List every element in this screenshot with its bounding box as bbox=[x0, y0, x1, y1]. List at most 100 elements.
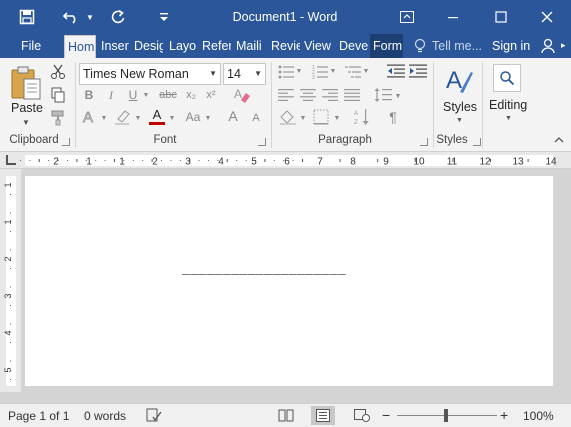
editing-button[interactable]: Editing bbox=[489, 98, 527, 112]
vertical-ruler[interactable]: 1 1 2 3 4 5 bbox=[0, 169, 21, 392]
collapse-ribbon-icon[interactable] bbox=[554, 136, 564, 146]
print-layout-icon[interactable] bbox=[311, 406, 335, 425]
text-effects-icon[interactable]: A bbox=[82, 108, 98, 129]
line-spacing-dropdown-icon[interactable]: ▼ bbox=[394, 90, 402, 104]
vertical-scroll-area[interactable] bbox=[553, 169, 571, 392]
sort-icon[interactable]: AZ bbox=[354, 108, 370, 129]
styles-icon[interactable]: A bbox=[444, 64, 474, 99]
styles-dropdown-icon[interactable]: ▼ bbox=[456, 117, 463, 124]
multilevel-dropdown-icon[interactable]: ▼ bbox=[362, 65, 370, 79]
more-tabs-icon[interactable]: ▸ bbox=[561, 40, 566, 51]
maximize-icon[interactable] bbox=[478, 0, 524, 34]
zoom-out-button[interactable]: − bbox=[382, 407, 390, 423]
tab-mailings[interactable]: Maili bbox=[233, 34, 266, 58]
decrease-indent-icon[interactable] bbox=[387, 64, 405, 81]
strikethrough-button[interactable]: abc bbox=[157, 88, 179, 102]
highlight-icon[interactable] bbox=[114, 108, 132, 129]
subscript-button[interactable]: x₂ bbox=[183, 88, 199, 102]
zoom-level[interactable]: 100% bbox=[523, 409, 554, 423]
tab-review[interactable]: Revie bbox=[268, 34, 300, 58]
page-count[interactable]: Page 1 of 1 bbox=[8, 409, 69, 423]
tab-home[interactable]: Hom bbox=[64, 35, 96, 59]
bold-button[interactable]: B bbox=[82, 88, 96, 102]
font-launcher-icon[interactable] bbox=[258, 138, 266, 146]
styles-button[interactable]: Styles bbox=[443, 100, 477, 114]
multilevel-list-icon[interactable] bbox=[345, 65, 361, 82]
underline-dropdown-icon[interactable]: ▼ bbox=[142, 89, 150, 103]
justify-icon[interactable] bbox=[344, 89, 360, 104]
tab-design[interactable]: Desig bbox=[131, 34, 163, 58]
paragraph-launcher-icon[interactable] bbox=[420, 138, 428, 146]
align-center-icon[interactable] bbox=[300, 89, 316, 104]
paste-button[interactable]: Paste bbox=[11, 101, 43, 115]
clipboard-launcher-icon[interactable] bbox=[62, 138, 70, 146]
horizontal-ruler[interactable]: 2 1 1 2 3 4 5 6 7 8 9 10 11 12 13 14 bbox=[0, 152, 571, 169]
save-icon[interactable] bbox=[14, 0, 40, 34]
italic-button[interactable]: I bbox=[104, 88, 118, 102]
find-icon[interactable] bbox=[493, 64, 521, 92]
numbering-dropdown-icon[interactable]: ▼ bbox=[329, 65, 337, 79]
copy-icon[interactable] bbox=[50, 87, 66, 106]
paste-icon[interactable] bbox=[8, 64, 44, 104]
bullets-dropdown-icon[interactable]: ▼ bbox=[295, 65, 303, 79]
ruler-number: 14 bbox=[545, 157, 557, 168]
tell-me-input[interactable]: Tell me... bbox=[432, 34, 482, 58]
tab-format[interactable]: Form bbox=[370, 34, 403, 58]
show-formatting-icon[interactable]: ¶ bbox=[386, 110, 400, 124]
undo-dropdown-icon[interactable]: ▼ bbox=[84, 0, 96, 34]
align-left-icon[interactable] bbox=[278, 89, 294, 104]
undo-icon[interactable] bbox=[58, 0, 84, 34]
align-right-icon[interactable] bbox=[322, 89, 338, 104]
borders-icon[interactable] bbox=[313, 109, 329, 128]
increase-indent-icon[interactable] bbox=[409, 64, 427, 81]
tab-insert[interactable]: Inser bbox=[98, 34, 130, 58]
tab-references[interactable]: Refer bbox=[199, 34, 231, 58]
minimize-icon[interactable] bbox=[430, 0, 476, 34]
format-painter-icon[interactable] bbox=[50, 110, 66, 129]
font-size-combo[interactable]: 14 ▼ bbox=[223, 63, 266, 85]
font-name-dropdown-icon[interactable]: ▼ bbox=[209, 64, 217, 84]
vruler-dot bbox=[10, 323, 11, 325]
font-size-dropdown-icon[interactable]: ▼ bbox=[254, 64, 262, 84]
styles-launcher-icon[interactable] bbox=[473, 138, 481, 146]
paste-dropdown-icon[interactable]: ▼ bbox=[22, 118, 30, 127]
text-effects-dropdown-icon[interactable]: ▼ bbox=[100, 112, 108, 126]
font-color-icon[interactable]: A bbox=[148, 107, 166, 127]
numbering-icon[interactable]: 123 bbox=[312, 65, 328, 82]
read-mode-icon[interactable] bbox=[274, 406, 298, 425]
font-color-dropdown-icon[interactable]: ▼ bbox=[168, 112, 176, 126]
zoom-in-button[interactable]: + bbox=[500, 407, 508, 423]
editing-dropdown-icon[interactable]: ▼ bbox=[505, 115, 512, 122]
grow-font-button[interactable]: A bbox=[226, 109, 240, 123]
document-text[interactable]: ____________________ bbox=[182, 262, 346, 277]
shrink-font-button[interactable]: A bbox=[250, 111, 262, 125]
tab-view[interactable]: View bbox=[301, 34, 335, 58]
highlight-dropdown-icon[interactable]: ▼ bbox=[134, 112, 142, 126]
document-page[interactable]: ____________________ bbox=[25, 176, 553, 386]
ribbon-display-options-icon[interactable] bbox=[384, 0, 430, 34]
tab-developer[interactable]: Deve bbox=[336, 34, 369, 58]
cut-icon[interactable] bbox=[50, 64, 66, 83]
line-spacing-icon[interactable] bbox=[374, 87, 392, 106]
redo-icon[interactable] bbox=[106, 0, 130, 34]
close-icon[interactable] bbox=[524, 0, 570, 34]
word-count[interactable]: 0 words bbox=[84, 409, 126, 423]
tab-file[interactable]: File bbox=[18, 34, 48, 58]
superscript-button[interactable]: x² bbox=[203, 88, 219, 102]
shading-icon[interactable] bbox=[279, 109, 297, 128]
font-name-combo[interactable]: Times New Roman ▼ bbox=[79, 63, 221, 85]
customize-qat-icon[interactable] bbox=[156, 0, 172, 34]
clear-formatting-icon[interactable]: A bbox=[233, 86, 251, 107]
zoom-slider-thumb[interactable] bbox=[444, 409, 448, 422]
change-case-dropdown-icon[interactable]: ▼ bbox=[204, 112, 212, 126]
underline-button[interactable]: U bbox=[126, 88, 140, 102]
web-layout-icon[interactable] bbox=[350, 406, 374, 425]
change-case-button[interactable]: Aa bbox=[183, 110, 203, 124]
borders-dropdown-icon[interactable]: ▼ bbox=[333, 112, 341, 126]
bullets-icon[interactable] bbox=[278, 65, 294, 82]
shading-dropdown-icon[interactable]: ▼ bbox=[299, 112, 307, 126]
share-icon[interactable] bbox=[538, 35, 560, 57]
sign-in-link[interactable]: Sign in bbox=[492, 34, 530, 58]
tab-layout[interactable]: Layo bbox=[166, 34, 198, 58]
proofing-icon[interactable] bbox=[146, 408, 162, 426]
